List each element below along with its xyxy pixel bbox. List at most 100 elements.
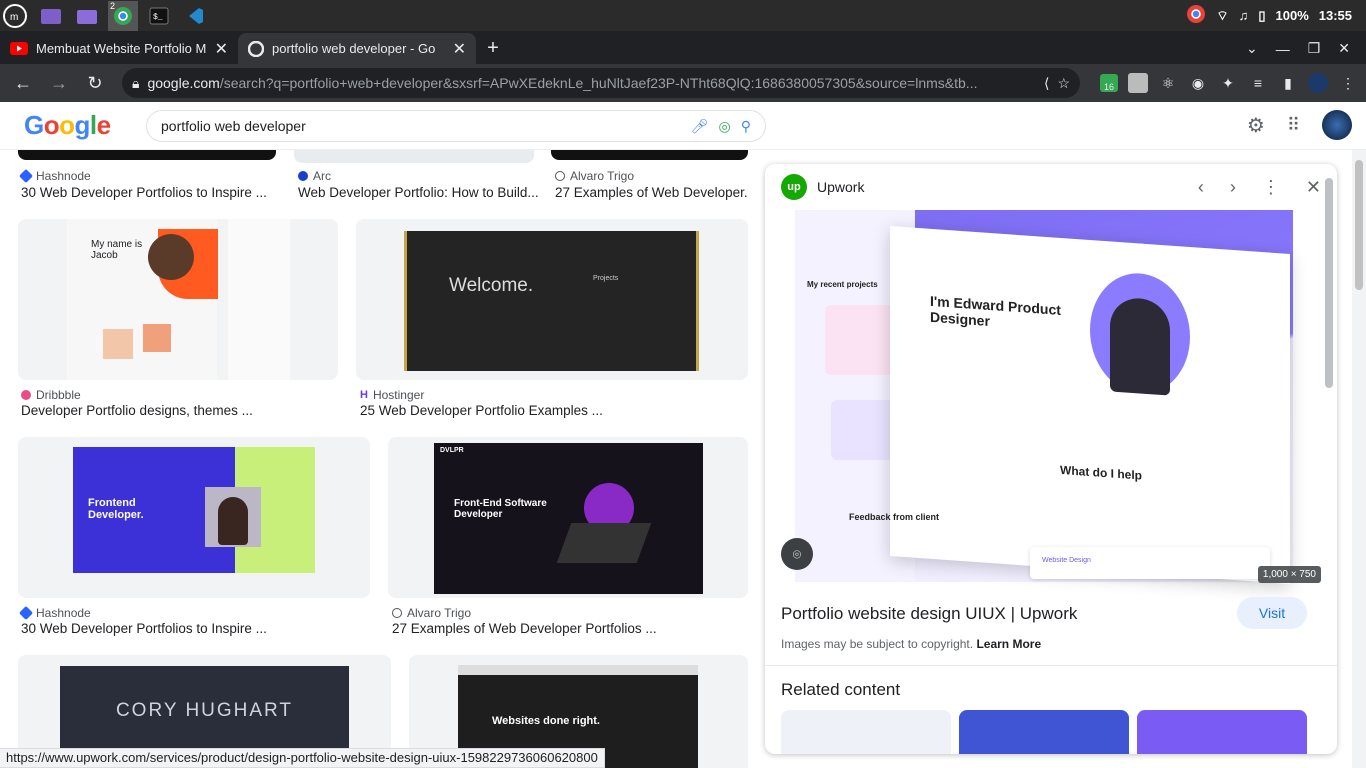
tab-youtube[interactable]: Membuat Website Portfolio M ✕ — [0, 33, 238, 64]
youtube-icon — [10, 42, 28, 55]
result-source[interactable]: Alvaro Trigo — [392, 606, 471, 620]
visit-button[interactable]: Visit — [1237, 597, 1307, 629]
react-devtools-icon[interactable]: ⚛ — [1158, 73, 1178, 93]
result-source[interactable]: Arc — [298, 169, 331, 183]
battery-icon[interactable]: ▯ — [1258, 8, 1265, 24]
result-thumbnail[interactable]: My name is Jacob — [18, 219, 338, 380]
toolbar: ← → ↻ 🔒︎ google.com/search?q=portfolio+w… — [0, 64, 1366, 102]
previous-icon[interactable]: ‹ — [1198, 177, 1204, 198]
result-source[interactable]: H Hostinger — [360, 388, 424, 402]
voice-search-icon[interactable]: 🎤︎ — [691, 118, 709, 135]
result-title[interactable]: 30 Web Developer Portfolios to Inspire .… — [21, 185, 271, 200]
search-box[interactable]: portfolio web developer 🎤︎ ◎ ⚲ — [146, 110, 766, 142]
url-path: /search?q=portfolio+web+developer&sxsrf=… — [219, 75, 978, 91]
apps-grid-icon[interactable]: ⠿ — [1287, 115, 1300, 136]
side-panel-icon[interactable]: ▮ — [1278, 73, 1298, 93]
result-source[interactable]: Dribbble — [21, 388, 81, 402]
wifi-icon[interactable]: ⌔ — [1216, 8, 1228, 24]
lens-search-icon[interactable]: ◎ — [719, 118, 731, 135]
tab-google[interactable]: portfolio web developer - Go ✕ — [238, 33, 476, 64]
thumb-text: I'm Edward Product Designer — [930, 292, 1061, 330]
extension-icon[interactable] — [1128, 73, 1148, 93]
bookmark-star-icon[interactable]: ☆ — [1057, 75, 1070, 92]
music-icon[interactable]: ♫ — [1239, 8, 1249, 23]
arc-icon — [298, 171, 308, 181]
clock[interactable]: 13:55 — [1319, 8, 1352, 23]
result-source[interactable]: Hashnode — [18, 605, 91, 621]
maximize-icon[interactable]: ❐ — [1308, 40, 1321, 57]
thumb-text: What do I help — [1060, 462, 1142, 483]
settings-gear-icon[interactable]: ⚙ — [1247, 113, 1265, 138]
related-thumbnail[interactable] — [959, 710, 1129, 754]
alvaro-trigo-icon — [555, 171, 565, 181]
reading-list-icon[interactable]: ≡ — [1248, 73, 1268, 93]
panel-site-name[interactable]: Upwork — [817, 179, 864, 195]
hostinger-icon: H — [360, 389, 368, 401]
thumb-text: DVLPR — [440, 447, 464, 454]
google-logo[interactable]: Google — [24, 110, 111, 141]
search-input[interactable]: portfolio web developer — [161, 118, 681, 134]
close-panel-icon[interactable]: ✕ — [1306, 177, 1321, 198]
related-thumbnail[interactable] — [1137, 710, 1307, 754]
result-thumbnail[interactable]: Welcome. Projects — [356, 219, 748, 380]
mint-menu-icon[interactable]: m — [0, 1, 30, 31]
account-avatar[interactable] — [1322, 110, 1352, 140]
next-icon[interactable]: › — [1230, 177, 1236, 198]
chrome-menu-icon[interactable]: ⋮ — [1338, 73, 1358, 93]
thumb-text: Projects — [593, 275, 619, 282]
result-thumbnail[interactable]: DVLPR Front-End Software Developer — [388, 437, 748, 598]
lens-icon[interactable]: ⌾ — [781, 538, 813, 570]
result-title[interactable]: 27 Examples of Web Developer... — [555, 185, 747, 200]
thumb-text: My name is Jacob — [91, 239, 143, 261]
thumb-text: Feedback from client — [849, 512, 940, 522]
more-options-icon[interactable]: ⋮ — [1262, 177, 1280, 198]
reload-icon[interactable]: ↻ — [80, 68, 110, 98]
page-scrollbar[interactable] — [1352, 150, 1366, 768]
result-title[interactable]: 25 Web Developer Portfolio Examples ... — [360, 403, 740, 418]
related-thumbnail[interactable] — [781, 710, 951, 754]
lock-icon[interactable]: 🔒︎ — [132, 75, 139, 92]
forward-icon[interactable]: → — [44, 68, 74, 98]
result-source[interactable]: Hashnode — [18, 168, 91, 184]
upwork-icon: up — [781, 174, 807, 200]
minimize-icon[interactable]: — — [1276, 41, 1290, 57]
tab-search-icon[interactable]: ⌄ — [1246, 40, 1258, 57]
result-title[interactable]: 30 Web Developer Portfolios to Inspire .… — [21, 621, 361, 636]
result-title[interactable]: Developer Portfolio designs, themes ... — [21, 403, 331, 418]
panel-title[interactable]: Portfolio website design UIUX | Upwork — [781, 604, 1077, 624]
vscode-icon[interactable] — [180, 1, 210, 31]
panel-scrollbar[interactable] — [1322, 164, 1336, 754]
chrome-tray-icon[interactable] — [1186, 4, 1206, 27]
extensions-puzzle-icon[interactable]: ✦ — [1218, 73, 1238, 93]
result-thumbnail[interactable] — [294, 150, 534, 163]
search-icon[interactable]: ⚲ — [741, 118, 751, 135]
new-tab-button[interactable]: + — [476, 33, 510, 64]
extension-badge-icon[interactable]: 16 — [1100, 74, 1118, 92]
thumb-text: Welcome. — [449, 275, 534, 296]
files-icon[interactable] — [36, 1, 66, 31]
hashnode-icon — [18, 605, 34, 621]
close-tab-icon[interactable]: ✕ — [453, 39, 466, 59]
folder-icon[interactable] — [72, 1, 102, 31]
record-icon[interactable]: ◉ — [1188, 73, 1208, 93]
image-preview-panel: up Upwork ‹ › ⋮ ✕ My recent projects I'm… — [765, 164, 1337, 754]
omnibox[interactable]: 🔒︎ google.com/search?q=portfolio+web+dev… — [122, 68, 1080, 98]
battery-level: 100% — [1275, 8, 1309, 23]
terminal-icon[interactable]: $_ — [144, 1, 174, 31]
preview-image[interactable]: My recent projects I'm Edward Product De… — [795, 210, 1293, 584]
chrome-taskbar-icon[interactable]: 2 — [108, 0, 138, 31]
profile-avatar[interactable] — [1308, 73, 1328, 93]
share-icon[interactable]: ⟨ — [1044, 75, 1049, 92]
result-title[interactable]: 27 Examples of Web Developer Portfolios … — [392, 621, 742, 636]
thumb-text: My recent projects — [807, 280, 878, 289]
learn-more-link[interactable]: Learn More — [976, 637, 1041, 651]
back-icon[interactable]: ← — [8, 68, 38, 98]
close-window-icon[interactable]: ✕ — [1338, 40, 1350, 57]
result-thumbnail[interactable] — [18, 150, 276, 160]
result-title[interactable]: Web Developer Portfolio: How to Build... — [298, 185, 538, 200]
result-source[interactable]: Alvaro Trigo — [555, 169, 634, 183]
result-thumbnail[interactable]: Frontend Developer. — [18, 437, 370, 598]
close-tab-icon[interactable]: ✕ — [215, 39, 228, 59]
result-thumbnail[interactable] — [551, 150, 748, 160]
hashnode-icon — [18, 168, 34, 184]
